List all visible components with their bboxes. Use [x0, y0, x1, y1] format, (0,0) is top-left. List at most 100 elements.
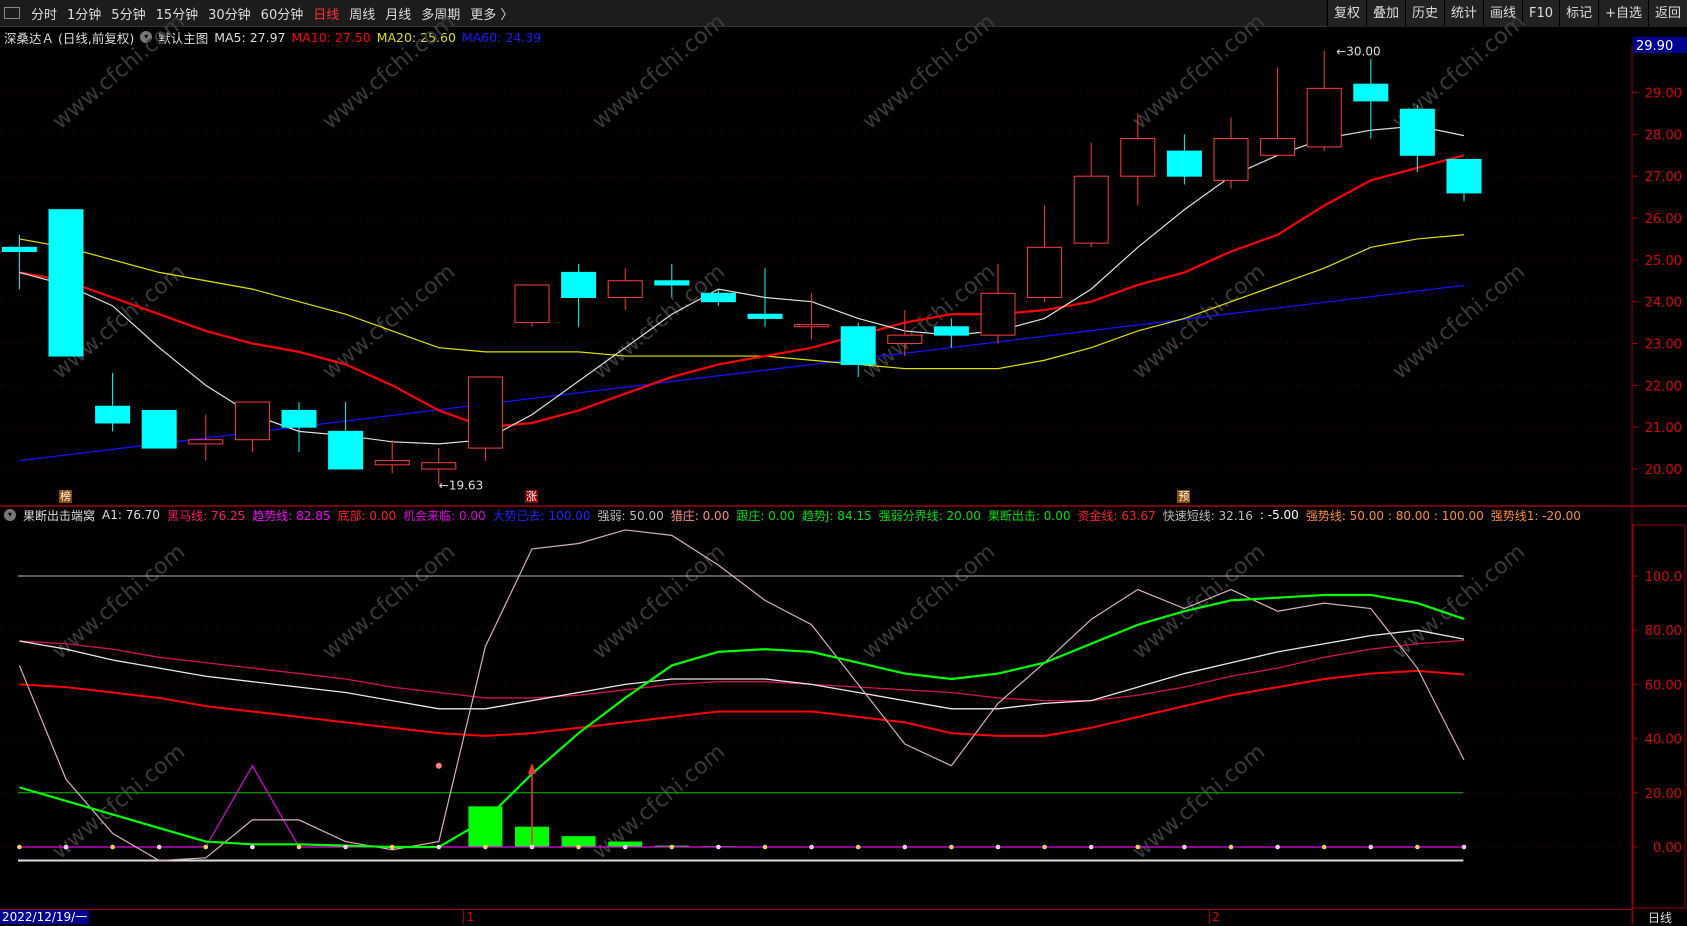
zero-dot: [1461, 844, 1467, 850]
trend-line: [19, 764, 1464, 848]
candle-body: [933, 326, 969, 336]
indicator-legend-item: 强弱: 50.00: [597, 508, 664, 523]
indicator-legend-item: 资金线: 63.67: [1077, 508, 1156, 523]
watermark: www.cfchi.com: [858, 9, 1000, 134]
indicator-legend-item: 快速短线: 32.16: [1162, 508, 1253, 523]
signal-marker: 榜: [59, 490, 72, 503]
candle-body: [188, 439, 224, 445]
zero-dot: [389, 844, 395, 850]
candle-body: [980, 292, 1016, 336]
candle-body: [840, 326, 876, 365]
candle-body: [1027, 246, 1063, 298]
indicator-axis-label: 100.0: [1645, 570, 1682, 585]
indicator-legend-item: 黑马线: 76.25: [167, 508, 246, 523]
candle-body: [1120, 138, 1156, 177]
zero-dot: [995, 844, 1001, 850]
price-axis-label: 29.00: [1645, 87, 1682, 102]
trend-j-line: [19, 593, 1465, 849]
price-axis-label: 26.00: [1645, 212, 1682, 227]
candle: [561, 264, 597, 327]
zero-dot: [436, 844, 442, 850]
zero-dot: [1275, 844, 1280, 850]
candle-body: [421, 462, 457, 470]
candle-body: [467, 376, 503, 449]
candle: [514, 284, 550, 327]
indicator-legend-item: 趋势J: 84.15: [801, 508, 872, 523]
price-axis-label: 27.00: [1645, 170, 1682, 185]
candle: [1027, 205, 1063, 302]
kline-chart[interactable]: www.cfchi.com www.cfchi.com www.cfchi.com w…: [0, 0, 1687, 924]
watermark: www.cfchi.com: [588, 539, 730, 664]
indicator-legend-item: 果断出击端窝: [23, 508, 96, 523]
zero-dot: [622, 844, 628, 850]
indicator-legend-item: 底部: 0.00: [337, 508, 397, 523]
candle-body: [1213, 138, 1249, 181]
price-axis-label: 25.00: [1645, 254, 1682, 269]
zero-dot: [1321, 844, 1327, 850]
candle-body: [561, 271, 597, 298]
watermark: www.cfchi.com: [48, 9, 190, 134]
candle-body: [95, 405, 131, 424]
zero-dot: [250, 844, 255, 850]
zero-dot: [1228, 844, 1234, 850]
candle: [374, 439, 410, 474]
candle: [48, 209, 84, 357]
watermark: www.cfchi.com: [318, 9, 460, 134]
date-axis: 2022/12/19/一 1 2: [0, 909, 1632, 924]
candle-body: [1446, 158, 1482, 194]
indicator-legend-item: 猎庄: 0.00: [670, 508, 730, 523]
candle: [467, 376, 503, 461]
zero-dot: [203, 844, 209, 850]
candle: [188, 414, 224, 461]
candle-body: [1166, 150, 1202, 177]
price-axis-label: 20.00: [1645, 463, 1682, 478]
indicator-axis-label: 20.00: [1645, 787, 1682, 802]
candle-body: [328, 430, 364, 470]
zero-dot: [949, 844, 954, 850]
zero-dot: [1042, 844, 1047, 850]
candle: [1213, 117, 1249, 189]
indicator-axis-label: 0.00: [1653, 841, 1682, 856]
candle-body: [747, 313, 783, 319]
watermark: www.cfchi.com: [588, 9, 730, 134]
zero-dot: [855, 844, 861, 850]
watermark: www.cfchi.com: [318, 539, 460, 664]
candle: [1166, 134, 1202, 185]
month-label: 2: [1209, 910, 1220, 924]
zero-dot: [1088, 844, 1094, 850]
signal-dot: [435, 762, 442, 769]
candle-body: [1073, 175, 1109, 244]
candle: [234, 401, 270, 453]
candle: [1399, 105, 1435, 173]
zero-dot: [669, 844, 675, 850]
candle-body: [281, 409, 317, 428]
candle-body: [1399, 108, 1435, 156]
zero-dot: [156, 844, 162, 850]
candle: [328, 402, 364, 470]
candle: [281, 402, 317, 453]
candle: [1260, 67, 1296, 156]
zero-dot: [762, 844, 768, 850]
zero-dot: [1415, 844, 1420, 850]
chevron-down-icon[interactable]: ▾: [4, 509, 16, 521]
indicator-legend-item: 强势线1: -20.00: [1490, 508, 1581, 523]
indicator-legend-item: A1: 76.70: [102, 508, 161, 522]
candle-body: [700, 292, 736, 303]
watermark: www.cfchi.com: [1128, 259, 1270, 384]
price-axis-label: 22.00: [1645, 379, 1682, 394]
zero-dot: [809, 844, 814, 850]
candle-body: [1, 246, 37, 252]
candle: [95, 372, 131, 432]
candle: [747, 268, 783, 327]
indicator-axis-label: 60.00: [1645, 678, 1682, 693]
current-price-label: 29.90: [1636, 39, 1673, 54]
watermark: www.cfchi.com: [318, 259, 460, 384]
indicator-legend-item: 机会来临: 0.00: [403, 508, 486, 523]
indicator-legend-item: : -5.00: [1259, 508, 1299, 522]
indicator-legend-item: 强势线: 50.00 : 80.00 : 100.00: [1305, 508, 1484, 523]
signal-marker: 涨: [525, 490, 538, 503]
indicator-legend-item: 跟庄: 0.00: [736, 508, 795, 523]
zero-dot: [529, 844, 535, 850]
arrow-up-icon: [528, 762, 536, 774]
price-axis-label: 21.00: [1645, 421, 1682, 436]
